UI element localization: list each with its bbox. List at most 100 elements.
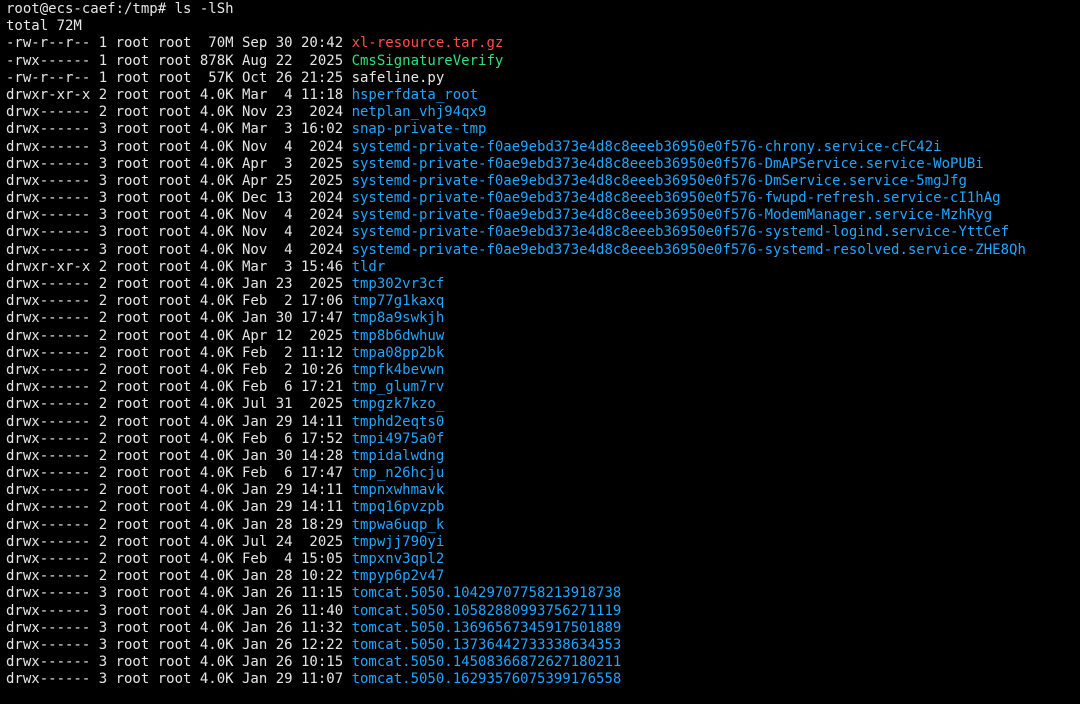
file-meta: drwx------ 2 root root 4.0K Feb 6 17:47 xyxy=(6,465,352,482)
listing-row: drwx------ 2 root root 4.0K Jul 24 2025 … xyxy=(6,534,1080,551)
listing-row: drwx------ 2 root root 4.0K Jul 31 2025 … xyxy=(6,396,1080,413)
directory-name: systemd-private-f0ae9ebd373e4d8c8eeeb369… xyxy=(351,190,1001,207)
file-meta: drwx------ 2 root root 4.0K Jan 28 18:29 xyxy=(6,516,352,533)
listing-row: drwx------ 3 root root 4.0K Nov 4 2024 s… xyxy=(6,224,1080,241)
listing-row: drwx------ 3 root root 4.0K Jan 26 12:22… xyxy=(6,637,1080,654)
directory-name: tmphd2eqts0 xyxy=(351,413,445,430)
terminal-window[interactable]: root@ecs-caef:/tmp# ls -lSh total 72M -rw-… xyxy=(0,0,1080,704)
listing-row: drwx------ 2 root root 4.0K Jan 30 17:47… xyxy=(6,310,1080,327)
file-meta: drwx------ 2 root root 4.0K Jan 29 14:11 xyxy=(6,413,352,430)
directory-name: tldr xyxy=(351,258,386,275)
file-meta: drwx------ 3 root root 4.0K Jan 26 11:40 xyxy=(6,602,352,619)
file-meta: drwx------ 2 root root 4.0K Feb 2 11:12 xyxy=(6,344,352,361)
directory-name: tomcat.5050.13696567345917501889 xyxy=(351,619,622,636)
file-meta: drwx------ 3 root root 4.0K Jan 26 11:15 xyxy=(6,585,352,602)
directory-name: tmp_n26hcju xyxy=(351,465,445,482)
listing-row: drwx------ 2 root root 4.0K Jan 29 14:11… xyxy=(6,414,1080,431)
listing-row: drwx------ 2 root root 4.0K Jan 29 14:11… xyxy=(6,482,1080,499)
directory-name: tomcat.5050.10429707758213918738 xyxy=(351,585,622,602)
directory-name: tomcat.5050.14508366872627180211 xyxy=(351,654,622,671)
listing-row: drwx------ 3 root root 4.0K Nov 4 2024 s… xyxy=(6,207,1080,224)
file-meta: drwx------ 3 root root 4.0K Jan 26 12:22 xyxy=(6,636,352,653)
file-meta: drwx------ 3 root root 4.0K Nov 4 2024 xyxy=(6,224,352,241)
file-meta: drwx------ 2 root root 4.0K Feb 2 10:26 xyxy=(6,361,352,378)
directory-name: tomcat.5050.13736442733338634353 xyxy=(351,636,622,653)
listing-row: drwx------ 2 root root 4.0K Jan 28 10:22… xyxy=(6,568,1080,585)
directory-name: tmpq16pvzpb xyxy=(351,499,445,516)
file-meta: -rw-r--r-- 1 root root 57K Oct 26 21:25 xyxy=(6,69,352,86)
directory-name: systemd-private-f0ae9ebd373e4d8c8eeeb369… xyxy=(351,241,1026,258)
file-meta: drwx------ 2 root root 4.0K Apr 12 2025 xyxy=(6,327,352,344)
directory-name: tmpgzk7kzo_ xyxy=(351,396,445,413)
directory-name: tmp8b6dwhuw xyxy=(351,327,445,344)
file-meta: drwxr-xr-x 2 root root 4.0K Mar 3 15:46 xyxy=(6,258,352,275)
directory-name: systemd-private-f0ae9ebd373e4d8c8eeeb369… xyxy=(351,207,993,224)
listing-row: drwx------ 2 root root 4.0K Feb 2 17:06 … xyxy=(6,293,1080,310)
listing-row: drwx------ 2 root root 4.0K Apr 12 2025 … xyxy=(6,328,1080,345)
directory-name: tmpwa6uqp_k xyxy=(351,516,445,533)
listing-row: drwx------ 2 root root 4.0K Feb 2 10:26 … xyxy=(6,362,1080,379)
listing-row: drwx------ 3 root root 4.0K Jan 26 10:15… xyxy=(6,654,1080,671)
directory-name: tmp8a9swkjh xyxy=(351,310,445,327)
listing-row: drwx------ 2 root root 4.0K Feb 6 17:47 … xyxy=(6,465,1080,482)
listing-row: drwx------ 2 root root 4.0K Feb 2 11:12 … xyxy=(6,345,1080,362)
listing-row: drwx------ 2 root root 4.0K Feb 4 15:05 … xyxy=(6,551,1080,568)
directory-name: tmp77g1kaxq xyxy=(351,293,445,310)
file-name: safeline.py xyxy=(351,69,445,86)
directory-name: tmpfk4bevwn xyxy=(351,361,445,378)
file-meta: drwx------ 2 root root 4.0K Jan 23 2025 xyxy=(6,276,352,292)
file-listing: -rw-r--r-- 1 root root 70M Sep 30 20:42 … xyxy=(6,35,1080,688)
file-meta: drwx------ 2 root root 4.0K Feb 2 17:06 xyxy=(6,293,352,310)
directory-name: systemd-private-f0ae9ebd373e4d8c8eeeb369… xyxy=(351,224,1010,241)
directory-name: tmpi4975a0f xyxy=(351,430,445,447)
file-meta: drwx------ 2 root root 4.0K Jan 30 17:47 xyxy=(6,310,352,327)
command-prompt-line: root@ecs-caef:/tmp# ls -lSh xyxy=(6,1,234,17)
file-meta: drwx------ 3 root root 4.0K Nov 4 2024 xyxy=(6,138,352,155)
total-size-line: total 72M xyxy=(6,18,82,35)
file-meta: -rwx------ 1 root root 878K Aug 22 2025 xyxy=(6,52,352,69)
directory-name: tmpyp6p2v47 xyxy=(351,568,445,585)
directory-name: tmp302vr3cf xyxy=(351,276,445,292)
file-meta: drwx------ 2 root root 4.0K Nov 23 2024 xyxy=(6,104,352,121)
directory-name: tmp_glum7rv xyxy=(351,379,445,396)
file-meta: -rw-r--r-- 1 root root 70M Sep 30 20:42 xyxy=(6,35,352,52)
listing-row: drwx------ 3 root root 4.0K Mar 3 16:02 … xyxy=(6,121,1080,138)
directory-name: netplan_vhj94qx9 xyxy=(351,104,487,121)
file-meta: drwx------ 3 root root 4.0K Mar 3 16:02 xyxy=(6,121,352,138)
listing-row: -rw-r--r-- 1 root root 57K Oct 26 21:25 … xyxy=(6,70,1080,87)
listing-row: drwx------ 2 root root 4.0K Jan 29 14:11… xyxy=(6,499,1080,516)
file-meta: drwx------ 2 root root 4.0K Jan 29 14:11 xyxy=(6,482,352,499)
listing-row: drwx------ 3 root root 4.0K Apr 25 2025 … xyxy=(6,173,1080,190)
listing-row: drwx------ 3 root root 4.0K Jan 26 11:40… xyxy=(6,603,1080,620)
directory-name: tmpnxwhmavk xyxy=(351,482,445,499)
file-meta: drwx------ 3 root root 4.0K Jan 26 11:32 xyxy=(6,619,352,636)
listing-row: drwx------ 3 root root 4.0K Jan 29 11:07… xyxy=(6,671,1080,688)
file-meta: drwx------ 2 root root 4.0K Feb 6 17:21 xyxy=(6,379,352,396)
file-meta: drwx------ 2 root root 4.0K Jan 29 14:11 xyxy=(6,499,352,516)
directory-name: tmpwjj790yi xyxy=(351,533,445,550)
listing-row: drwxr-xr-x 2 root root 4.0K Mar 3 15:46 … xyxy=(6,259,1080,276)
listing-row: drwx------ 2 root root 4.0K Jan 30 14:28… xyxy=(6,448,1080,465)
file-meta: drwx------ 3 root root 4.0K Nov 4 2024 xyxy=(6,207,352,224)
file-meta: drwx------ 2 root root 4.0K Feb 6 17:52 xyxy=(6,430,352,447)
listing-row: drwx------ 2 root root 4.0K Nov 23 2024 … xyxy=(6,104,1080,121)
file-meta: drwx------ 2 root root 4.0K Feb 4 15:05 xyxy=(6,551,352,567)
file-meta: drwxr-xr-x 2 root root 4.0K Mar 4 11:18 xyxy=(6,86,352,103)
listing-row: drwx------ 3 root root 4.0K Nov 4 2024 s… xyxy=(6,139,1080,156)
file-name: xl-resource.tar.gz xyxy=(351,35,504,52)
file-meta: drwx------ 3 root root 4.0K Apr 3 2025 xyxy=(6,155,352,172)
file-meta: drwx------ 3 root root 4.0K Dec 13 2024 xyxy=(6,190,352,207)
directory-name: systemd-private-f0ae9ebd373e4d8c8eeeb369… xyxy=(351,138,942,155)
file-meta: drwx------ 2 root root 4.0K Jan 30 14:28 xyxy=(6,447,352,464)
listing-row: drwx------ 2 root root 4.0K Feb 6 17:52 … xyxy=(6,431,1080,448)
listing-row: drwx------ 3 root root 4.0K Apr 3 2025 s… xyxy=(6,156,1080,173)
directory-name: hsperfdata_root xyxy=(351,86,479,103)
directory-name: tmpa08pp2bk xyxy=(351,344,445,361)
file-meta: drwx------ 3 root root 4.0K Apr 25 2025 xyxy=(6,172,352,189)
listing-row: drwx------ 3 root root 4.0K Dec 13 2024 … xyxy=(6,190,1080,207)
directory-name: tomcat.5050.16293576075399176558 xyxy=(351,671,622,688)
listing-row: drwx------ 2 root root 4.0K Feb 6 17:21 … xyxy=(6,379,1080,396)
listing-row: drwx------ 2 root root 4.0K Jan 28 18:29… xyxy=(6,517,1080,534)
file-meta: drwx------ 3 root root 4.0K Nov 4 2024 xyxy=(6,241,352,258)
directory-name: systemd-private-f0ae9ebd373e4d8c8eeeb369… xyxy=(351,155,984,172)
